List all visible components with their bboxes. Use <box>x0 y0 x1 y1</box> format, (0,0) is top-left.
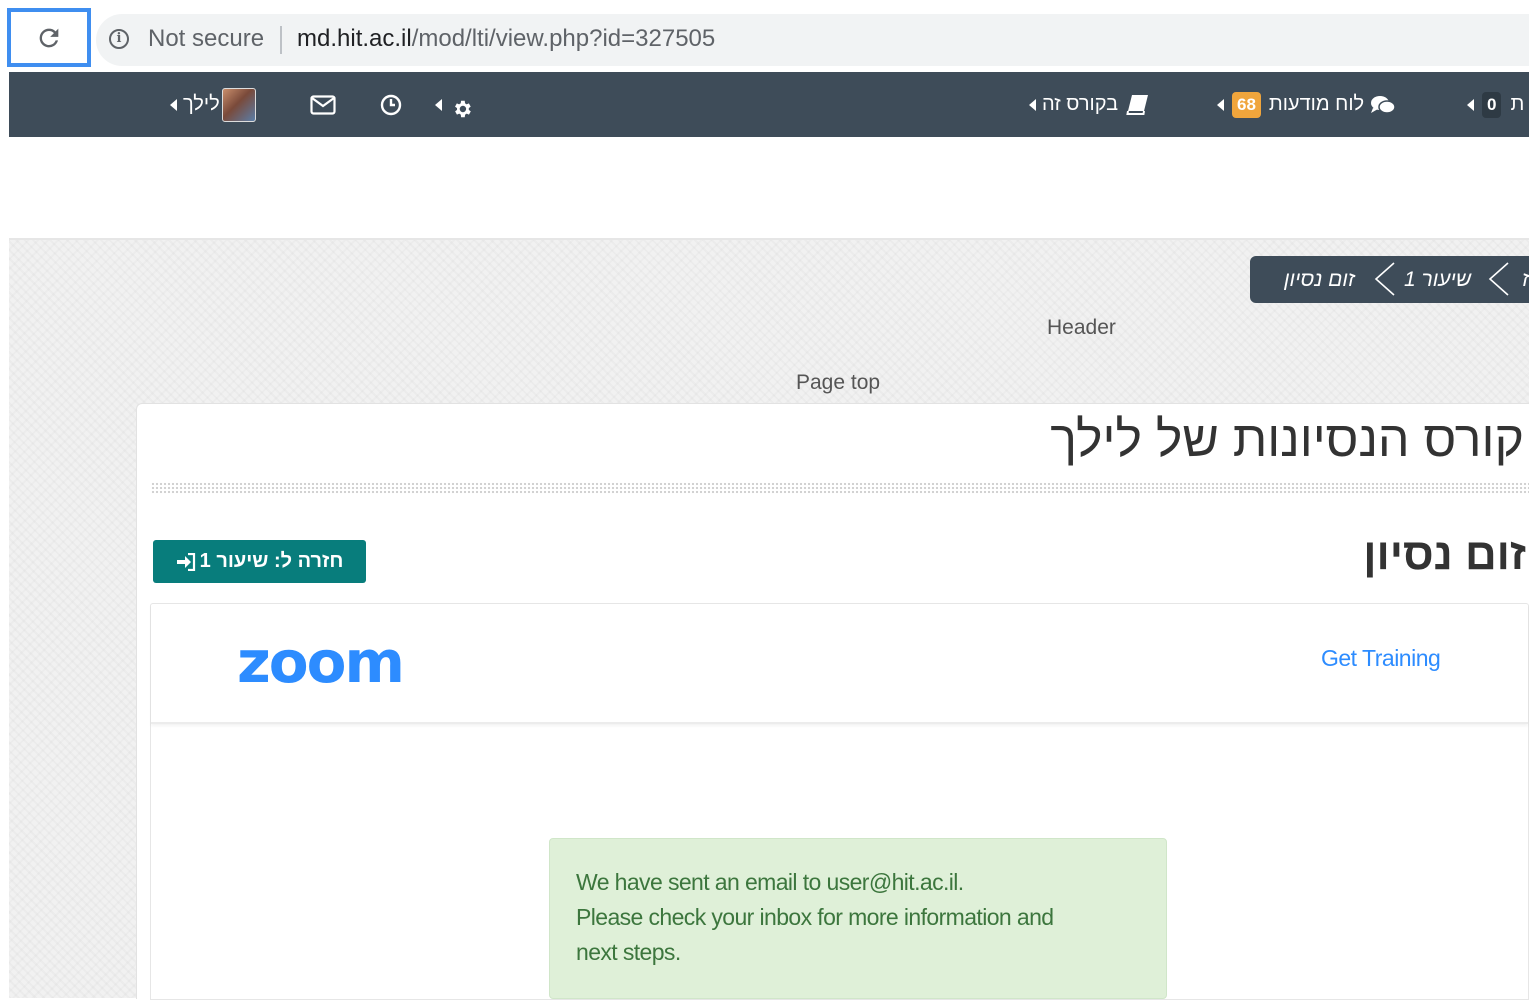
clock-icon <box>380 94 402 115</box>
dotted-divider <box>151 482 1529 494</box>
zoom-lti-frame: zoom Get Training We have sent an email … <box>150 603 1529 1000</box>
caret-left-icon <box>435 98 442 111</box>
chevron-left-icon <box>1488 262 1509 296</box>
caret-left-icon <box>1029 98 1036 111</box>
user-menu[interactable]: לילך <box>170 72 256 137</box>
chat-icon <box>1371 95 1396 114</box>
message-board-menu[interactable]: 68 לוח מודעות <box>1217 72 1396 137</box>
notifications-menu[interactable]: 0 ת <box>1467 72 1524 137</box>
page-header-band <box>9 137 1529 240</box>
security-label[interactable]: Not secure <box>148 25 264 53</box>
message-board-badge: 68 <box>1232 91 1261 118</box>
book-icon <box>1126 94 1149 115</box>
message-board-label: לוח מודעות <box>1268 93 1365 115</box>
breadcrumb-item-lesson[interactable]: שיעור 1 <box>1404 268 1471 292</box>
this-course-label: בקורס זה <box>1042 93 1119 115</box>
settings-menu[interactable] <box>435 72 473 137</box>
browser-toolbar: i Not secure md.hit.ac.il/mod/lti/view.p… <box>0 0 1529 72</box>
notifications-badge: 0 <box>1482 91 1502 118</box>
user-name: לילך <box>183 93 220 115</box>
caret-left-icon <box>170 98 177 111</box>
alert-line: Please check your inbox for more informa… <box>576 904 1054 930</box>
zoom-header: zoom Get Training <box>151 604 1528 724</box>
url-host: md.hit.ac.il <box>297 25 412 52</box>
caret-left-icon <box>1217 98 1224 111</box>
info-icon[interactable]: i <box>109 29 129 49</box>
back-button-label: חזרה ל: שיעור 1 <box>199 550 344 572</box>
url-path: /mod/lti/view.php?id=327505 <box>411 25 716 52</box>
breadcrumb-item-course[interactable]: ז <box>1522 268 1529 292</box>
history-button[interactable] <box>380 72 402 137</box>
gear-icon <box>455 100 471 117</box>
url-text[interactable]: md.hit.ac.il/mod/lti/view.php?id=327505 <box>297 25 715 53</box>
course-title: קורס הנסיונות של לילך <box>1050 411 1524 467</box>
breadcrumb: זום נסיון שיעור 1 ז <box>1250 256 1529 303</box>
activity-title: זום נסיון <box>1363 530 1526 579</box>
this-course-menu[interactable]: בקורס זה <box>1029 72 1150 137</box>
sign-in-icon <box>176 552 195 571</box>
caret-left-icon <box>1467 98 1474 111</box>
mail-icon <box>310 94 336 115</box>
messages-button[interactable] <box>310 72 336 137</box>
chevron-left-icon <box>1374 262 1395 296</box>
back-to-lesson-button[interactable]: חזרה ל: שיעור 1 <box>153 540 366 583</box>
alert-line: We have sent an email to user@hit.ac.il. <box>576 869 964 895</box>
zoom-logo: zoom <box>237 628 405 696</box>
email-sent-alert: We have sent an email to user@hit.ac.il.… <box>549 838 1167 999</box>
get-training-link[interactable]: Get Training <box>1321 645 1441 672</box>
page-top-label: Page top <box>796 371 881 394</box>
header-label: Header <box>1047 316 1116 339</box>
divider <box>280 26 282 54</box>
breadcrumb-item-current: זום נסיון <box>1284 268 1355 291</box>
reload-icon <box>39 28 59 47</box>
avatar <box>221 87 256 122</box>
reload-button[interactable] <box>7 8 91 67</box>
notifications-label: ת <box>1510 93 1525 115</box>
top-navbar: לילך בקורס זה 68 לוח מודעות 0 ת <box>9 72 1529 137</box>
alert-line: next steps. <box>576 939 681 965</box>
